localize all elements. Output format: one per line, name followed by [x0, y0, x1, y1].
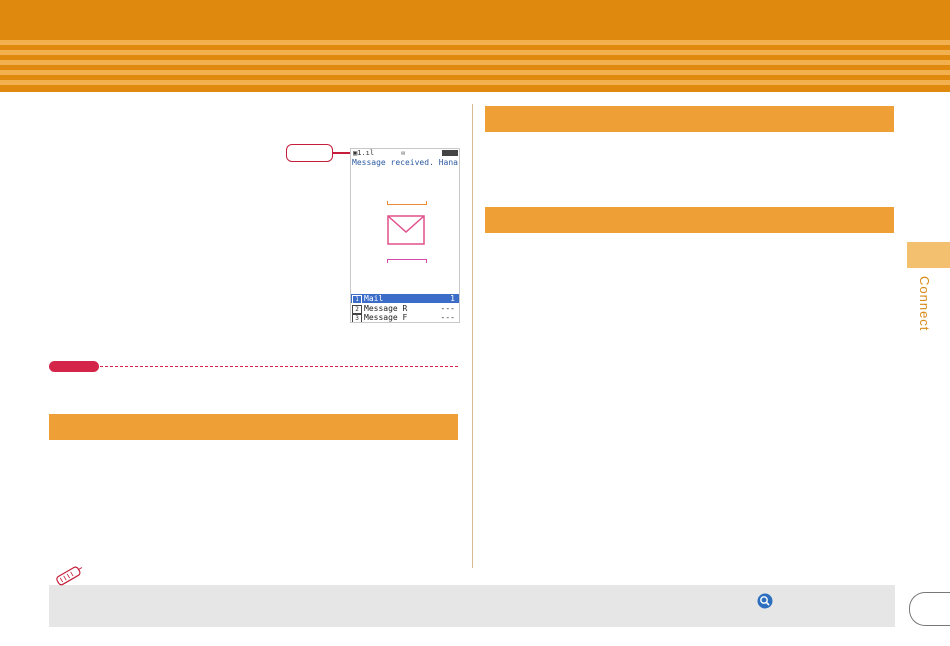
column-divider [472, 104, 473, 568]
side-index-tab [907, 242, 950, 268]
section-heading-bar [49, 414, 458, 440]
note-marker [49, 361, 99, 372]
phone-notification-text: Message received. Hanako [352, 158, 458, 167]
battery-icon [442, 150, 458, 156]
callout-box [286, 144, 333, 162]
header-stripe [0, 80, 950, 85]
mail-status-icon: ✉ [401, 149, 406, 157]
menu-number: 1 [352, 295, 362, 304]
menu-number: 3 [352, 314, 362, 322]
menu-count: --- [440, 304, 455, 313]
header-stripe [0, 70, 950, 75]
menu-label: Message F [364, 313, 408, 322]
antenna-indicator: ▣1.ıl [353, 149, 375, 157]
phone-divider-bottom [387, 259, 427, 263]
phone-menu-item: 1 Mail 1 [351, 294, 459, 304]
phone-menu-item: 3 Message F --- [351, 313, 459, 322]
menu-label: Mail [364, 294, 384, 303]
section-heading-bar [485, 207, 894, 233]
header-stripe [0, 40, 950, 45]
menu-label: Message R [364, 304, 408, 313]
envelope-icon [387, 215, 425, 245]
phone-status-bar: ▣1.ıl ✉ [351, 149, 459, 158]
phone-divider-top [387, 201, 427, 205]
menu-count: 1 [450, 294, 455, 303]
note-dashed-line [100, 366, 458, 367]
magnifier-icon [757, 593, 773, 609]
header-stripe [0, 50, 950, 55]
phone-screen: ▣1.ıl ✉ Message received. Hanako 1 Mail 1 … [350, 148, 460, 323]
menu-count: --- [440, 313, 455, 322]
page-number-tab [909, 592, 950, 626]
side-index-label: Connect [917, 276, 932, 332]
phone-menu-item: 2 Message R --- [351, 304, 459, 314]
memo-pen-icon [56, 566, 83, 586]
section-heading-bar [485, 106, 894, 132]
page-header-band [0, 0, 950, 92]
header-stripe [0, 60, 950, 65]
